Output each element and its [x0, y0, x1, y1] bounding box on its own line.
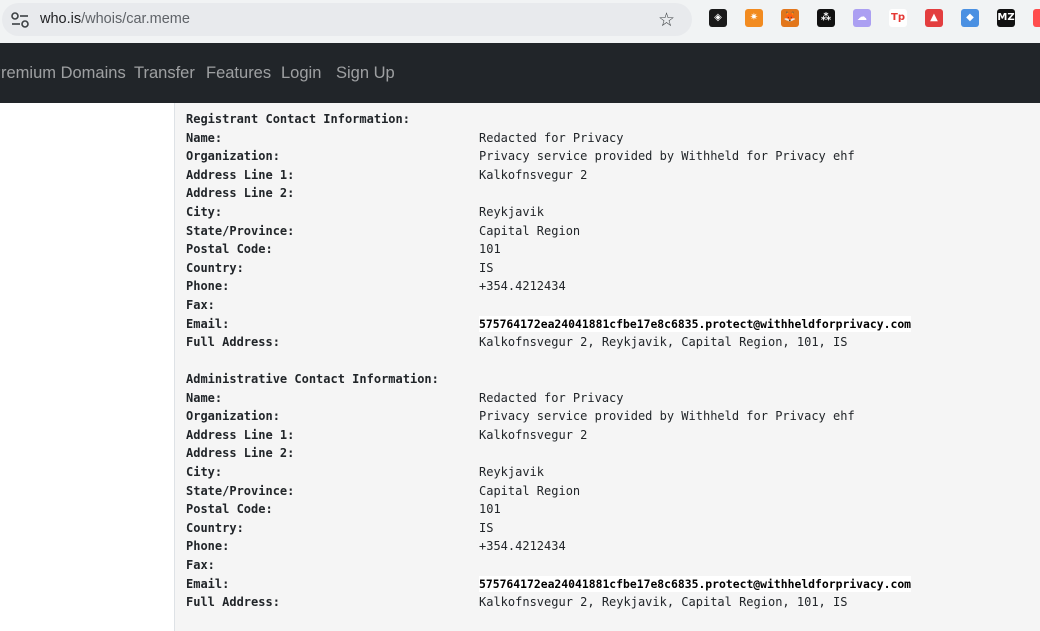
field-label: Email: [186, 316, 230, 331]
registrant-field-row: Full Address: Kalkofnsvegur 2, Reykjavik,… [186, 334, 847, 350]
field-label: Postal Code: [186, 502, 273, 517]
bookmark-star-icon[interactable]: ☆ [658, 9, 675, 32]
administrative-field-row: Address Line 2: [186, 445, 294, 461]
field-value: 101 [479, 242, 501, 257]
field-label: Name: [186, 390, 223, 405]
field-label: Full Address: [186, 595, 280, 610]
field-label: Address Line 2: [186, 446, 295, 461]
mz-extension-icon[interactable]: MZ [997, 9, 1015, 27]
field-label: Country: [186, 520, 244, 535]
registrant-field-row: Address Line 2: [186, 185, 294, 201]
site-navbar: Premium Domains Transfer Features Login … [0, 43, 1040, 103]
administrative-section-heading: Administrative Contact Information: [186, 372, 439, 386]
field-label: Organization: [186, 149, 280, 164]
field-label: Phone: [186, 539, 230, 554]
drop-extension-icon[interactable]: ◆ [961, 9, 979, 27]
registrant-field-row: Country: IS [186, 260, 493, 276]
registrant-field-row: Address Line 1: Kalkofnsvegur 2 [186, 167, 587, 183]
administrative-field-row: Organization: Privacy service provided by… [186, 408, 855, 424]
field-label: Address Line 2: [186, 186, 295, 201]
ghost-wallet-icon[interactable]: ☁ [853, 9, 871, 27]
nav-sign-up[interactable]: Sign Up [336, 64, 395, 83]
field-value: Redacted for Privacy [479, 130, 624, 145]
tp-extension-icon[interactable]: Tp [889, 9, 907, 27]
registrant-field-row: Organization: Privacy service provided by… [186, 148, 855, 164]
field-value: 101 [479, 502, 501, 517]
site-settings-icon[interactable] [10, 11, 30, 29]
field-label: Address Line 1: [186, 167, 295, 182]
email-value: 575764172ea24041881cfbe17e8c6835.protect… [479, 315, 912, 332]
field-value: Privacy service provided by Withheld for… [479, 409, 855, 424]
compass-extension-icon[interactable]: ◈ [709, 9, 727, 27]
registrant-field-row: State/Province: Capital Region [186, 223, 580, 239]
field-value: Capital Region [479, 223, 581, 238]
field-label: Country: [186, 260, 244, 275]
email-value: 575764172ea24041881cfbe17e8c6835.protect… [479, 575, 912, 592]
field-label: Fax: [186, 558, 215, 572]
field-label: Phone: [186, 279, 230, 294]
field-value: Reykjavik [479, 205, 545, 219]
field-value: +354.4212434 [479, 279, 566, 294]
field-value: IS [479, 520, 494, 535]
administrative-field-row: Postal Code: 101 [186, 501, 501, 517]
field-value: IS [479, 260, 494, 275]
field-value: Redacted for Privacy [479, 390, 624, 405]
browser-toolbar: who.is/whois/car.meme ☆ ◈ ✷ 🦊 ⁂ ☁ Tp ▲ ◆ MZ [0, 0, 1040, 43]
administrative-field-row: Phone: +354.4212434 [186, 538, 566, 554]
field-value: Reykjavik [479, 465, 545, 479]
field-label: Fax: [186, 298, 215, 312]
registrant-field-row: Phone: +354.4212434 [186, 278, 566, 294]
url-text[interactable]: who.is/whois/car.meme [40, 11, 190, 27]
field-value: Capital Region [479, 483, 581, 498]
red-extension-icon[interactable] [1033, 9, 1040, 27]
field-label: Organization: [186, 409, 280, 424]
url-host: who.is [40, 11, 82, 27]
cube-extension-icon[interactable]: ⁂ [817, 9, 835, 27]
nav-login[interactable]: Login [281, 64, 321, 83]
metamask-fox-icon[interactable]: 🦊 [781, 9, 799, 27]
registrant-field-row: Email: 575764172ea24041881cfbe17e8c6835.p… [186, 315, 912, 332]
registrant-field-row: Name: Redacted for Privacy [186, 130, 624, 146]
field-label: Email: [186, 576, 230, 591]
field-label: Postal Code: [186, 242, 273, 257]
administrative-field-row: State/Province: Capital Region [186, 483, 580, 499]
field-label: City: [186, 205, 223, 219]
field-value: +354.4212434 [479, 539, 566, 554]
field-label: Name: [186, 130, 223, 145]
administrative-field-row: Full Address: Kalkofnsvegur 2, Reykjavik,… [186, 594, 847, 610]
url-path: /whois/car.meme [81, 11, 190, 27]
administrative-field-row: Email: 575764172ea24041881cfbe17e8c6835.p… [186, 575, 912, 592]
whois-raw-panel [175, 103, 1040, 631]
field-value: Privacy service provided by Withheld for… [479, 149, 855, 164]
backpack-icon[interactable]: ▲ [925, 9, 943, 27]
administrative-field-row: Fax: [186, 557, 215, 573]
field-value: Kalkofnsvegur 2, Reykjavik, Capital Regi… [479, 595, 848, 610]
field-label: State/Province: [186, 483, 295, 498]
field-value: Kalkofnsvegur 2, Reykjavik, Capital Regi… [479, 335, 848, 350]
registrant-section-heading: Registrant Contact Information: [186, 112, 410, 126]
administrative-field-row: Country: IS [186, 520, 493, 536]
administrative-field-row: City: Reykjavik [186, 464, 544, 480]
field-value: Kalkofnsvegur 2 [479, 427, 588, 442]
address-bar[interactable]: who.is/whois/car.meme ☆ [2, 3, 692, 36]
administrative-field-row: Name: Redacted for Privacy [186, 390, 624, 406]
field-value: Kalkofnsvegur 2 [479, 167, 588, 182]
sparkle-extension-icon[interactable]: ✷ [745, 9, 763, 27]
field-label: Address Line 1: [186, 427, 295, 442]
field-label: Full Address: [186, 335, 280, 350]
field-label: City: [186, 465, 223, 479]
registrant-field-row: Postal Code: 101 [186, 241, 501, 257]
registrant-field-row: City: Reykjavik [186, 204, 544, 220]
field-label: State/Province: [186, 223, 295, 238]
nav-premium-domains[interactable]: Premium Domains [0, 64, 126, 83]
nav-transfer[interactable]: Transfer [134, 64, 195, 83]
registrant-field-row: Fax: [186, 297, 215, 313]
administrative-field-row: Address Line 1: Kalkofnsvegur 2 [186, 427, 587, 443]
nav-features[interactable]: Features [206, 64, 271, 83]
